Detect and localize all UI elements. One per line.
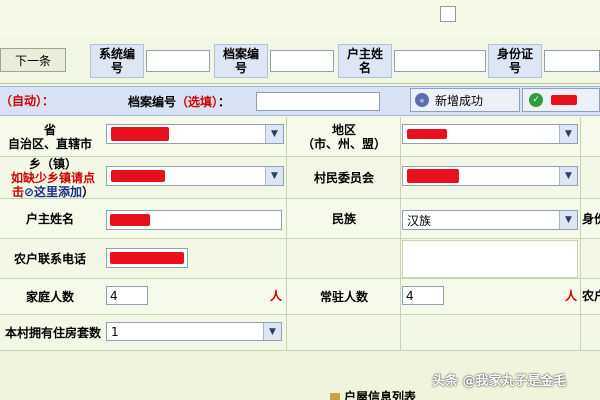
confirm-button[interactable]: ✓ — [522, 88, 600, 112]
archive-no-label: 档案编号 — [214, 44, 268, 78]
top-toolbar — [0, 0, 600, 38]
houses-value: 1 — [111, 324, 119, 339]
ethnic-label: 民族 — [331, 211, 356, 226]
redacted-village — [407, 169, 459, 183]
folder-icon — [330, 393, 340, 400]
id-no-label: 身份证号 — [488, 44, 542, 78]
chevron-down-icon: ▼ — [559, 211, 577, 229]
check-icon: ✓ — [529, 93, 543, 107]
phone-input[interactable] — [106, 248, 188, 268]
system-no-input[interactable] — [146, 50, 210, 72]
head-name-label: 户主姓名 — [338, 44, 392, 78]
id-form-label: 身份 — [582, 211, 600, 226]
redacted-phone — [110, 252, 184, 264]
farm-label: 农户 — [582, 289, 600, 303]
archive-no-band-label: 档案编号（选填）： — [128, 95, 231, 109]
archive-no-band-input[interactable] — [256, 92, 380, 111]
family-count-label: 家庭人数 — [25, 289, 74, 304]
watermark: 头条 @我家丸子是金毛 — [432, 374, 567, 389]
region-label: 地区 （市、州、盟） — [301, 123, 386, 151]
family-count-value: 4 — [110, 288, 118, 303]
system-no-label: 系统编号 — [90, 44, 144, 78]
head-name-form-input[interactable] — [106, 210, 282, 230]
resident-count-input[interactable]: 4 — [402, 286, 444, 305]
head-name-form-label: 户主姓名 — [25, 211, 74, 226]
redacted-province — [111, 127, 169, 141]
town-select[interactable]: ▼ — [106, 166, 284, 186]
add-success-label: 新增成功 — [435, 93, 484, 108]
resident-count-unit: 人 — [565, 289, 578, 303]
redacted-label — [551, 95, 577, 105]
add-town-link[interactable]: ⊘这里添加 — [24, 185, 82, 199]
next-record-button[interactable]: 下一条 — [0, 48, 66, 72]
phone-label: 农户联系电话 — [13, 251, 86, 266]
redacted-region — [407, 129, 447, 139]
column-divider — [400, 117, 401, 351]
province-label: 省自治区、直辖市 — [7, 123, 92, 151]
head-name-input[interactable] — [394, 50, 486, 72]
house-list-header: 户屋信息列表 — [330, 390, 480, 400]
id-no-input[interactable] — [544, 50, 600, 72]
chevron-down-icon: ▼ — [263, 323, 281, 340]
add-success-button[interactable]: « 新增成功 — [410, 88, 520, 112]
chevron-down-icon: ▼ — [559, 125, 577, 143]
ethnic-select[interactable]: 汉族 ▼ — [402, 210, 578, 230]
auto-label: （自动）： — [0, 94, 55, 108]
resident-count-label: 常驻人数 — [319, 289, 368, 304]
town-label: 乡（镇） 如缺少乡镇请点 击⊘这里添加） — [10, 157, 95, 199]
region-select[interactable]: ▼ — [402, 124, 578, 144]
province-select[interactable]: ▼ — [106, 124, 284, 144]
id-photo-area — [402, 240, 578, 278]
column-divider — [286, 117, 287, 351]
houses-label: 本村拥有住房套数 — [4, 325, 101, 340]
family-count-input[interactable]: 4 — [106, 286, 148, 305]
resident-count-value: 4 — [406, 288, 414, 303]
ethnic-value: 汉族 — [407, 213, 432, 228]
village-select[interactable]: ▼ — [402, 166, 578, 186]
link-icon: ⊘ — [23, 185, 35, 199]
redacted-head-name — [110, 214, 150, 226]
chevron-down-icon: ▼ — [559, 167, 577, 185]
column-divider — [580, 117, 581, 351]
checkbox[interactable] — [440, 6, 456, 22]
archive-no-input[interactable] — [270, 50, 334, 72]
chevron-down-icon: ▼ — [265, 167, 283, 185]
next-button-label: 下一条 — [14, 53, 51, 68]
houses-select[interactable]: 1 ▼ — [106, 322, 282, 341]
family-count-unit: 人 — [270, 289, 283, 303]
village-label: 村民委员会 — [313, 170, 374, 185]
back-icon: « — [415, 93, 429, 107]
redacted-town — [111, 170, 165, 182]
chevron-down-icon: ▼ — [265, 125, 283, 143]
